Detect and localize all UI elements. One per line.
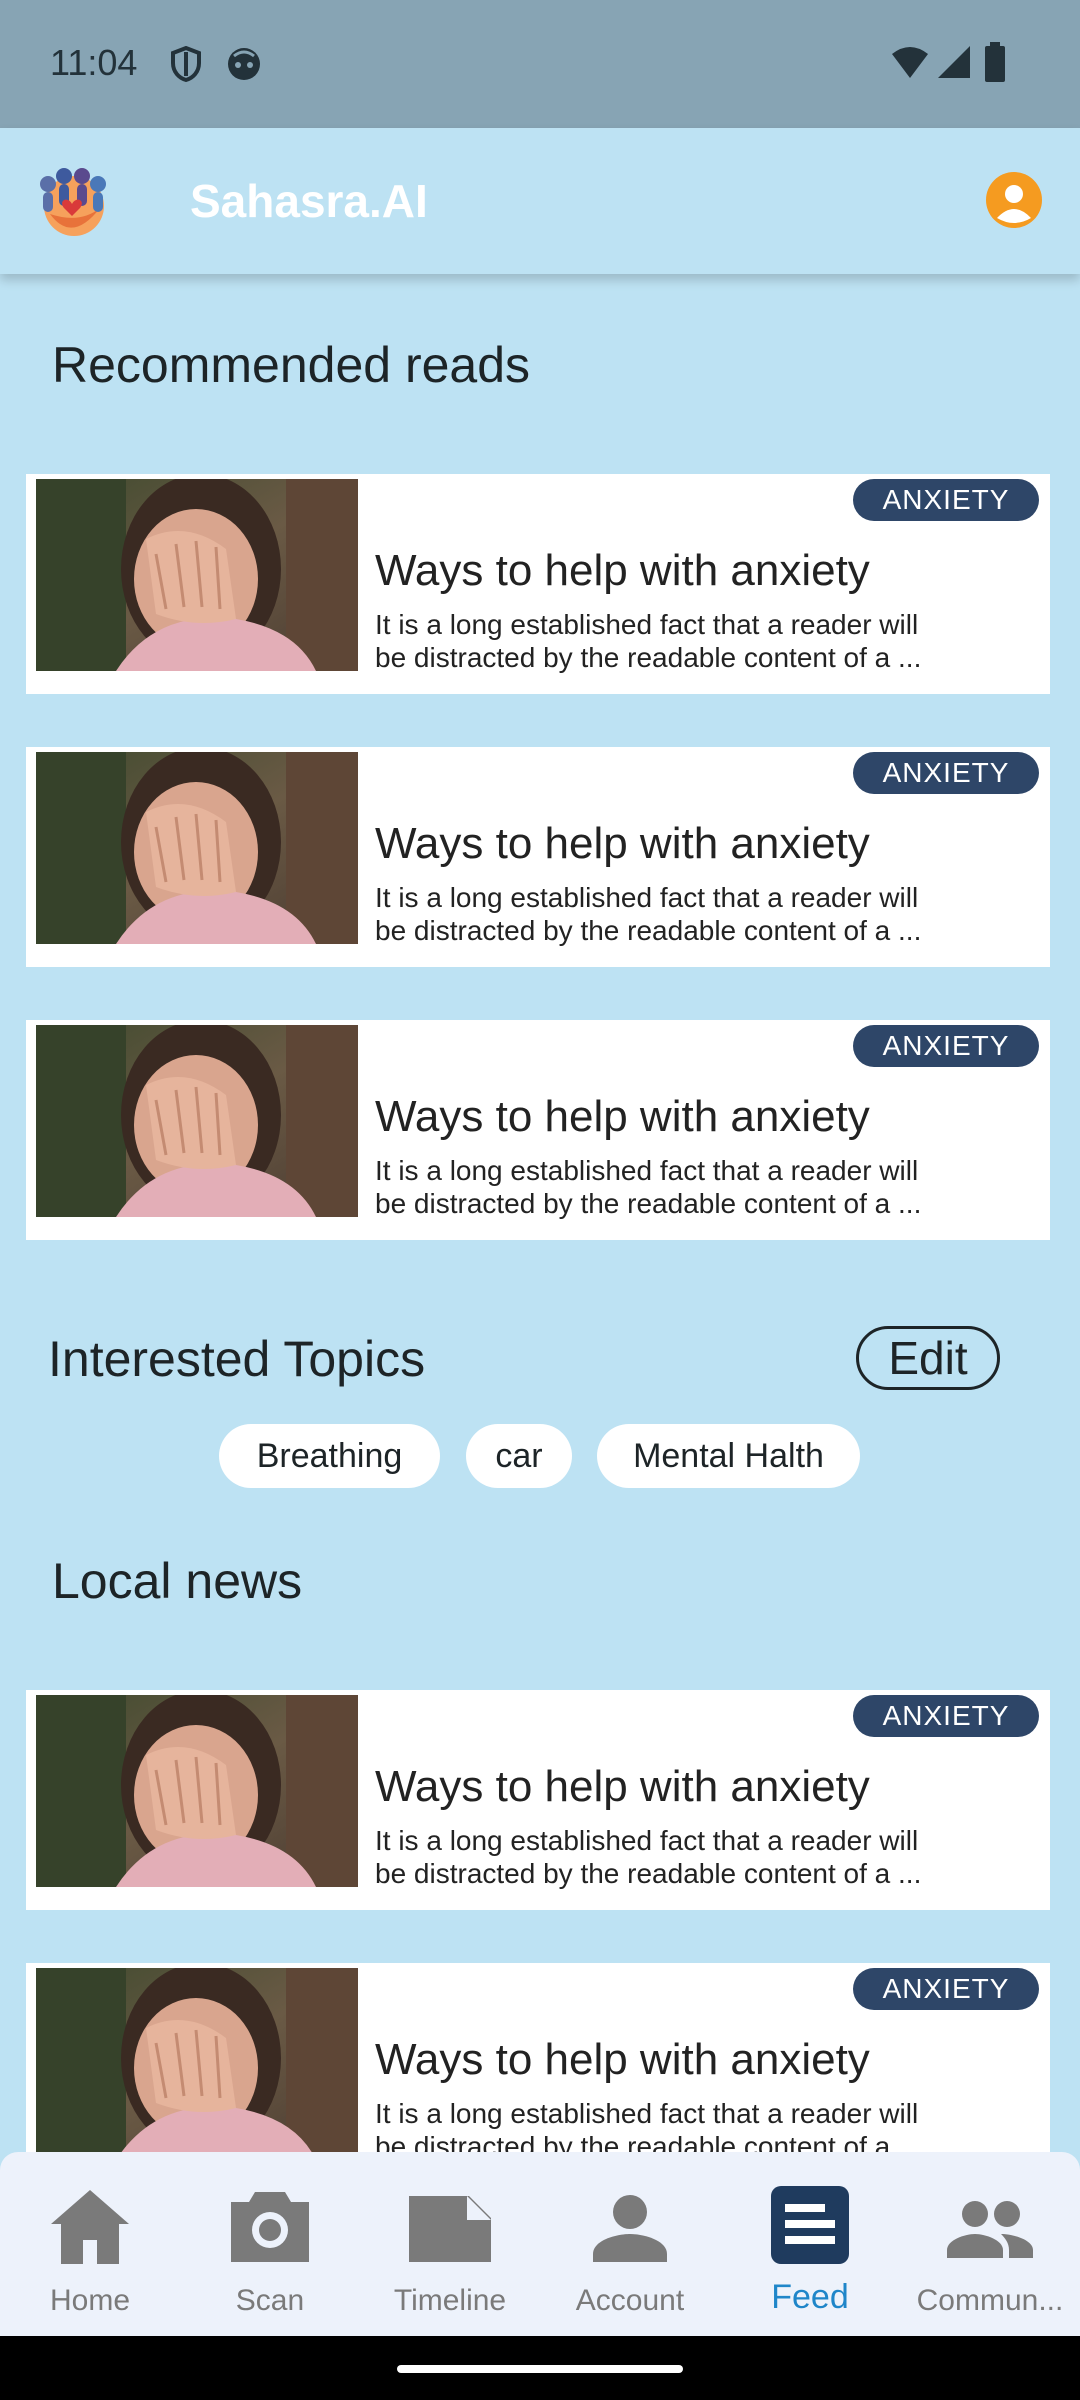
- nav-timeline[interactable]: Timeline: [360, 2152, 540, 2336]
- article-category-badge: ANXIETY: [853, 479, 1039, 521]
- recommended-article-card[interactable]: ANXIETY Ways to help with anxiety It is a …: [26, 747, 1050, 967]
- camera-icon: [231, 2192, 309, 2262]
- article-title: Ways to help with anxiety: [375, 819, 870, 868]
- interested-topics-title: Interested Topics: [48, 1331, 426, 1387]
- article-thumbnail: [36, 1695, 358, 1887]
- article-category-badge: ANXIETY: [853, 1968, 1039, 2010]
- article-description-line: It is a long established fact that a rea…: [375, 609, 919, 640]
- nav-home[interactable]: Home: [0, 2152, 180, 2336]
- article-category-badge: ANXIETY: [853, 1025, 1039, 1067]
- recommended-reads-title: Recommended reads: [52, 337, 531, 393]
- nav-scan[interactable]: Scan: [180, 2152, 360, 2336]
- article-description: It is a long established fact that a rea…: [375, 1154, 1025, 1220]
- recommended-article-card[interactable]: ANXIETY Ways to help with anxiety It is a …: [26, 1020, 1050, 1240]
- article-thumbnail: [36, 479, 358, 671]
- wifi-icon: [892, 47, 928, 78]
- nav-home-label: Home: [49, 2284, 131, 2317]
- article-description-line: It is a long established fact that a rea…: [375, 1825, 919, 1856]
- article-icon: [771, 2186, 849, 2264]
- recommended-article-card[interactable]: ANXIETY Ways to help with anxiety It is a …: [26, 474, 1050, 694]
- article-description-line: be distracted by the readable content of…: [375, 2131, 922, 2152]
- nav-feed-label: Feed: [771, 2278, 849, 2316]
- article-thumbnail: [36, 1025, 358, 1217]
- article-category-badge: ANXIETY: [853, 752, 1039, 794]
- topic-chip-mental-health[interactable]: Mental Halth: [597, 1424, 860, 1488]
- shield-icon: [171, 46, 201, 82]
- app-bar: Sahasra.AI: [0, 128, 1080, 274]
- nav-account[interactable]: Account: [540, 2152, 720, 2336]
- article-description-line: be distracted by the readable content of…: [375, 1188, 922, 1219]
- nav-feed[interactable]: Feed: [720, 2152, 900, 2336]
- nav-community[interactable]: Commun...: [900, 2152, 1080, 2336]
- account-avatar-button[interactable]: [986, 172, 1042, 228]
- article-description: It is a long established fact that a rea…: [375, 2097, 1025, 2152]
- edit-topics-button[interactable]: Edit: [856, 1326, 1000, 1390]
- home-icon: [51, 2190, 129, 2264]
- person-icon: [593, 2195, 667, 2262]
- status-time: 11:04: [50, 42, 138, 83]
- system-gesture-bar: [0, 2336, 1080, 2400]
- article-thumbnail: [36, 752, 358, 944]
- face-icon: [228, 48, 260, 80]
- article-description: It is a long established fact that a rea…: [375, 608, 1025, 674]
- nav-community-label: Commun...: [916, 2284, 1064, 2317]
- person-icon: [997, 185, 1031, 223]
- article-description-line: be distracted by the readable content of…: [375, 642, 922, 673]
- app-title: Sahasra.AI: [190, 175, 428, 227]
- people-icon: [947, 2201, 1033, 2258]
- article-category-badge: ANXIETY: [853, 1695, 1039, 1737]
- article-title: Ways to help with anxiety: [375, 1762, 870, 1811]
- topic-chip-car[interactable]: car: [466, 1424, 572, 1488]
- local-news-article-card[interactable]: ANXIETY Ways to help with anxiety It is a …: [26, 1690, 1050, 1910]
- article-thumbnail: [36, 1968, 358, 2152]
- article-description: It is a long established fact that a rea…: [375, 1824, 1025, 1890]
- nav-timeline-label: Timeline: [393, 2284, 507, 2317]
- nav-account-label: Account: [575, 2284, 685, 2317]
- local-news-title: Local news: [52, 1553, 303, 1609]
- app-logo: [40, 168, 106, 236]
- timeline-icon: [409, 2196, 491, 2262]
- battery-icon: [985, 42, 1005, 82]
- status-bar: 11:04: [0, 0, 1080, 128]
- home-gesture-handle[interactable]: [397, 2365, 683, 2373]
- article-description-line: It is a long established fact that a rea…: [375, 882, 919, 913]
- local-news-article-card[interactable]: ANXIETY Ways to help with anxiety It is a …: [26, 1963, 1050, 2152]
- cellular-signal-icon: [938, 46, 970, 78]
- article-description-line: be distracted by the readable content of…: [375, 1858, 922, 1889]
- article-title: Ways to help with anxiety: [375, 1092, 870, 1141]
- article-description: It is a long established fact that a rea…: [375, 881, 1025, 947]
- article-description-line: It is a long established fact that a rea…: [375, 2098, 919, 2129]
- bottom-navigation: Home Scan Timeline Account Feed Commun..…: [0, 2152, 1080, 2336]
- article-title: Ways to help with anxiety: [375, 546, 870, 595]
- topic-chip-breathing[interactable]: Breathing: [219, 1424, 440, 1488]
- article-title: Ways to help with anxiety: [375, 2035, 870, 2084]
- article-description-line: be distracted by the readable content of…: [375, 915, 922, 946]
- nav-scan-label: Scan: [235, 2284, 305, 2317]
- article-description-line: It is a long established fact that a rea…: [375, 1155, 919, 1186]
